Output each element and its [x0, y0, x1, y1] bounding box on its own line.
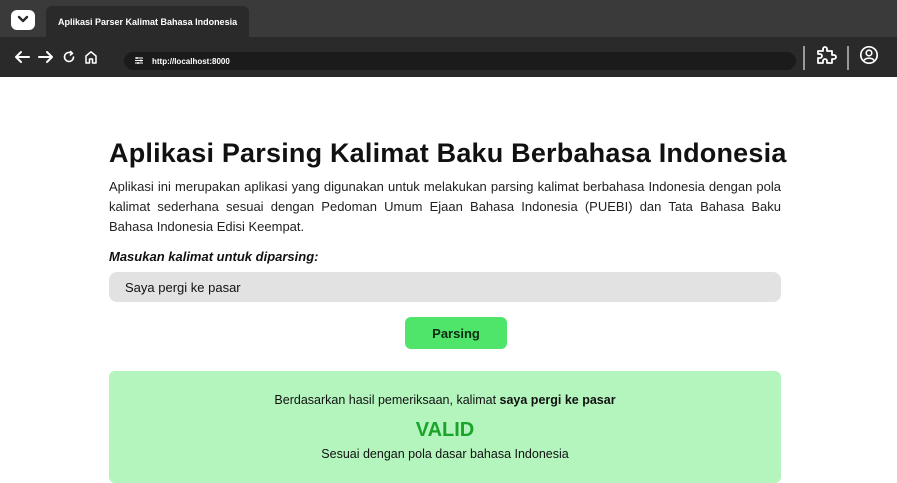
back-arrow-icon[interactable]	[14, 47, 30, 67]
tab-active[interactable]: Aplikasi Parser Kalimat Bahasa Indonesia	[46, 6, 249, 37]
tab-title: Aplikasi Parser Kalimat Bahasa Indonesia	[58, 16, 238, 27]
extensions-puzzle-icon[interactable]	[815, 44, 837, 71]
sentence-input[interactable]: Saya pergi ke pasar	[109, 272, 781, 302]
result-sentence-line: Berdasarkan hasil pemeriksaan, kalimat s…	[109, 393, 781, 407]
home-icon[interactable]	[84, 47, 98, 67]
main-content: Aplikasi Parsing Kalimat Baku Berbahasa …	[109, 138, 787, 483]
account-icon[interactable]	[859, 45, 879, 70]
toolbar-divider	[847, 45, 849, 70]
toolbar-right	[803, 44, 879, 71]
result-note: Sesuai dengan pola dasar bahasa Indonesi…	[321, 447, 569, 461]
parsing-button[interactable]: Parsing	[405, 317, 507, 349]
toolbar-divider	[803, 45, 805, 70]
address-bar[interactable]: http://localhost:8000	[124, 52, 796, 70]
browser-chrome: Aplikasi Parser Kalimat Bahasa Indonesia…	[0, 0, 897, 77]
reload-icon[interactable]	[62, 47, 76, 67]
result-sentence: saya pergi ke pasar	[499, 393, 616, 407]
tab-list-toggle[interactable]	[11, 10, 35, 30]
chevron-down-icon	[17, 11, 29, 29]
result-panel: Berdasarkan hasil pemeriksaan, kalimat s…	[109, 371, 781, 483]
result-prefix: Berdasarkan hasil pemeriksaan, kalimat	[274, 393, 500, 407]
navigation-bar: http://localhost:8000	[0, 37, 897, 77]
input-label: Masukan kalimat untuk diparsing:	[109, 249, 319, 264]
result-status: VALID	[415, 419, 475, 441]
page-title: Aplikasi Parsing Kalimat Baku Berbahasa …	[109, 138, 787, 168]
tab-bar: Aplikasi Parser Kalimat Bahasa Indonesia	[0, 0, 897, 37]
url-text: http://localhost:8000	[152, 56, 230, 66]
site-settings-icon[interactable]	[134, 56, 144, 67]
forward-arrow-icon[interactable]	[38, 47, 54, 67]
nav-buttons	[14, 47, 98, 67]
page-description: Aplikasi ini merupakan aplikasi yang dig…	[109, 179, 781, 234]
